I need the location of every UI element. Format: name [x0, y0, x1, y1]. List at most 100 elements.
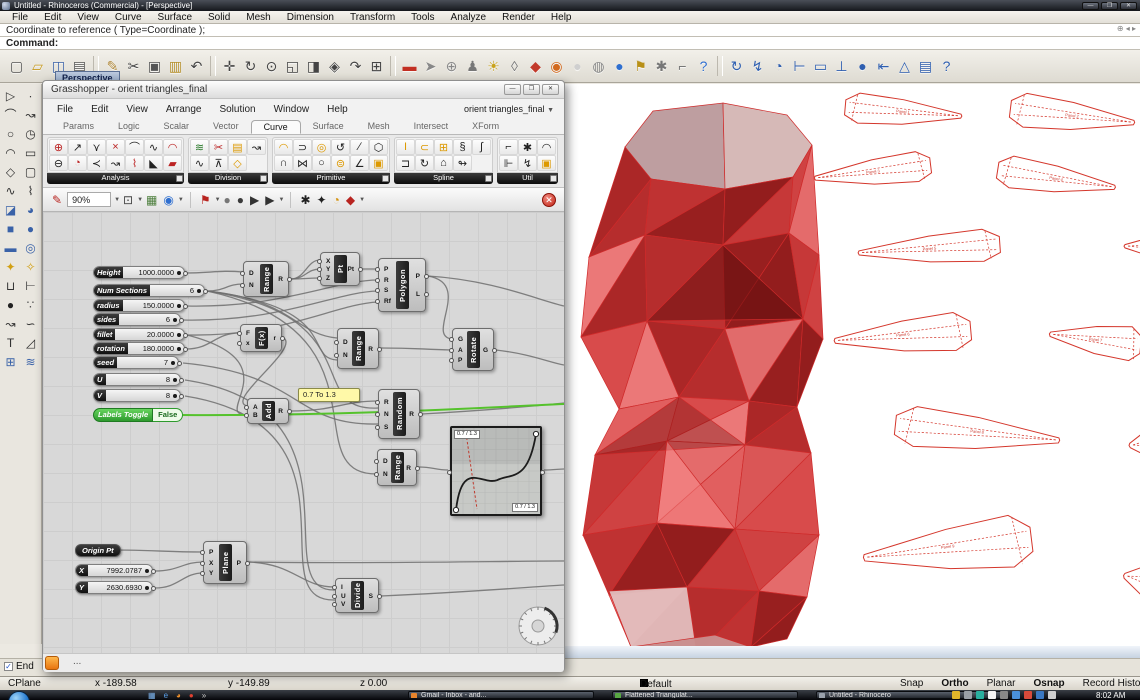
- cylinder-icon[interactable]: ▬: [1, 238, 20, 257]
- group-label[interactable]: Util: [497, 173, 558, 184]
- menu-surface[interactable]: Surface: [150, 12, 200, 23]
- slider-track[interactable]: 7: [117, 357, 178, 368]
- tray-icon-1[interactable]: [952, 691, 960, 699]
- tab-params[interactable]: Params: [51, 120, 106, 134]
- gear-icon[interactable]: ✱: [651, 56, 672, 77]
- output-port-r[interactable]: r: [273, 335, 285, 343]
- analysis-tool-icon[interactable]: ⊕: [49, 139, 68, 155]
- toggle-value[interactable]: False: [153, 408, 184, 422]
- division-tool-icon[interactable]: ▤: [228, 139, 247, 155]
- tray-icon-6[interactable]: [1012, 691, 1020, 699]
- paste-icon[interactable]: ▥: [165, 56, 186, 77]
- util-tool-icon[interactable]: ◠: [537, 139, 556, 155]
- util-tool-icon[interactable]: ▣: [537, 155, 556, 171]
- extend-icon[interactable]: ⊢: [789, 56, 810, 77]
- input-port-p[interactable]: P: [200, 549, 213, 557]
- surface-corner-icon[interactable]: ◕: [21, 200, 40, 219]
- rotate-view-icon[interactable]: ↻: [240, 56, 261, 77]
- sketch-icon[interactable]: ⌇: [21, 181, 40, 200]
- output-port-p[interactable]: P: [416, 273, 429, 281]
- group-label[interactable]: Spline: [394, 173, 493, 184]
- osnap-end-checkbox[interactable]: ✓ End: [4, 661, 34, 672]
- flag-icon[interactable]: ⚑: [630, 56, 651, 77]
- tab-logic[interactable]: Logic: [106, 120, 152, 134]
- close-button[interactable]: ✕: [1120, 1, 1137, 10]
- gh-restore-button[interactable]: ❐: [523, 84, 540, 95]
- task-button-1[interactable]: Gmail - Inbox - and...: [408, 691, 594, 699]
- primitive-tool-icon[interactable]: ◎: [312, 139, 331, 155]
- menu-mesh[interactable]: Mesh: [238, 12, 278, 23]
- layout-icon[interactable]: ⊞: [1, 352, 20, 371]
- circle-icon[interactable]: ○: [1, 124, 20, 143]
- status-toggle-ortho[interactable]: Ortho: [941, 678, 968, 689]
- origin-pt-param[interactable]: Origin Pt: [75, 544, 121, 557]
- primitive-tool-icon[interactable]: ∠: [350, 155, 369, 171]
- pan-icon[interactable]: ✛: [219, 56, 240, 77]
- grasshopper-window[interactable]: Grasshopper - orient triangles_final — ❐…: [42, 80, 565, 672]
- menu-view[interactable]: View: [69, 12, 107, 23]
- analysis-tool-icon[interactable]: ◔: [68, 155, 87, 171]
- analysis-tool-icon[interactable]: ↗: [68, 139, 87, 155]
- cluster-icon[interactable]: ✦: [317, 193, 327, 207]
- status-toggle-snap[interactable]: Snap: [900, 678, 923, 689]
- input-port-y[interactable]: Y: [317, 266, 330, 274]
- analysis-tool-icon[interactable]: ▰: [163, 155, 182, 171]
- command-input[interactable]: Command:: [0, 37, 1140, 50]
- output-port-r[interactable]: R: [406, 465, 420, 473]
- input-port-p[interactable]: P: [449, 357, 462, 365]
- slider-knob[interactable]: [172, 377, 177, 382]
- zoom-window-icon[interactable]: ◱: [282, 56, 303, 77]
- undo-icon[interactable]: ↶: [186, 56, 207, 77]
- slider-track[interactable]: 1000.0000: [123, 267, 184, 278]
- pipe-icon[interactable]: ∽: [21, 314, 40, 333]
- sphere-tool-icon[interactable]: ●: [852, 56, 873, 77]
- text-icon[interactable]: T: [1, 333, 20, 352]
- firefox-icon[interactable]: ◕: [176, 691, 181, 700]
- slider-sides[interactable]: sides 6: [93, 313, 184, 326]
- group-expander[interactable]: [485, 175, 492, 182]
- donut-icon[interactable]: ◔: [333, 193, 340, 207]
- input-port-s[interactable]: S: [375, 287, 388, 295]
- slider-track[interactable]: 180.0000: [128, 343, 184, 354]
- input-port-z[interactable]: Z: [317, 275, 330, 283]
- division-tool-icon[interactable]: ↝: [247, 139, 266, 155]
- gh-component-range[interactable]: Range D N R: [374, 449, 420, 486]
- help2-icon[interactable]: ?: [936, 56, 957, 77]
- planar-icon[interactable]: ▭: [810, 56, 831, 77]
- status-toggle-record-history[interactable]: Record History: [1083, 678, 1140, 689]
- canvas-compass[interactable]: [515, 603, 561, 649]
- slider-u[interactable]: U8: [93, 373, 184, 386]
- menu-transform[interactable]: Transform: [342, 12, 403, 23]
- blob-icon[interactable]: ●: [1, 295, 20, 314]
- grasshopper-titlebar[interactable]: Grasshopper - orient triangles_final — ❐…: [43, 81, 564, 99]
- menu-curve[interactable]: Curve: [107, 12, 150, 23]
- primitive-tool-icon[interactable]: ↺: [331, 139, 350, 155]
- input-port-u[interactable]: U: [332, 593, 346, 601]
- gh-close-button[interactable]: ✕: [542, 84, 559, 95]
- analysis-tool-icon[interactable]: ◣: [144, 155, 163, 171]
- gh-component-plane[interactable]: Plane P X Y P: [200, 541, 250, 584]
- slider-knob[interactable]: [196, 288, 201, 293]
- perpendicular-icon[interactable]: ⊥: [831, 56, 852, 77]
- tab-curve[interactable]: Curve: [250, 120, 301, 134]
- analysis-tool-icon[interactable]: ↝: [106, 155, 125, 171]
- input-port-n[interactable]: N: [375, 411, 389, 419]
- slider-x[interactable]: X 7992.0787: [75, 564, 156, 577]
- division-tool-icon[interactable]: ✂: [209, 139, 228, 155]
- array-icon[interactable]: ∵: [21, 295, 40, 314]
- menu-solid[interactable]: Solid: [200, 12, 238, 23]
- spline-tool-icon[interactable]: ⊂: [415, 139, 434, 155]
- internet-explorer-icon[interactable]: e: [164, 691, 168, 700]
- fillet-icon[interactable]: ⊢: [21, 276, 40, 295]
- input-port-y[interactable]: Y: [200, 570, 213, 578]
- tab-intersect[interactable]: Intersect: [402, 120, 461, 134]
- input-port-r[interactable]: R: [375, 277, 389, 285]
- curve-edit-icon[interactable]: ↯: [747, 56, 768, 77]
- sphere-icon[interactable]: ●: [21, 219, 40, 238]
- curve-icon[interactable]: ⌒: [1, 105, 20, 124]
- render-preview-icon[interactable]: ➤: [420, 56, 441, 77]
- hatch-icon[interactable]: ≋: [21, 352, 40, 371]
- feed-icon[interactable]: [45, 656, 59, 670]
- sphere-wire-icon[interactable]: ◍: [588, 56, 609, 77]
- spline-tool-icon[interactable]: §: [453, 139, 472, 155]
